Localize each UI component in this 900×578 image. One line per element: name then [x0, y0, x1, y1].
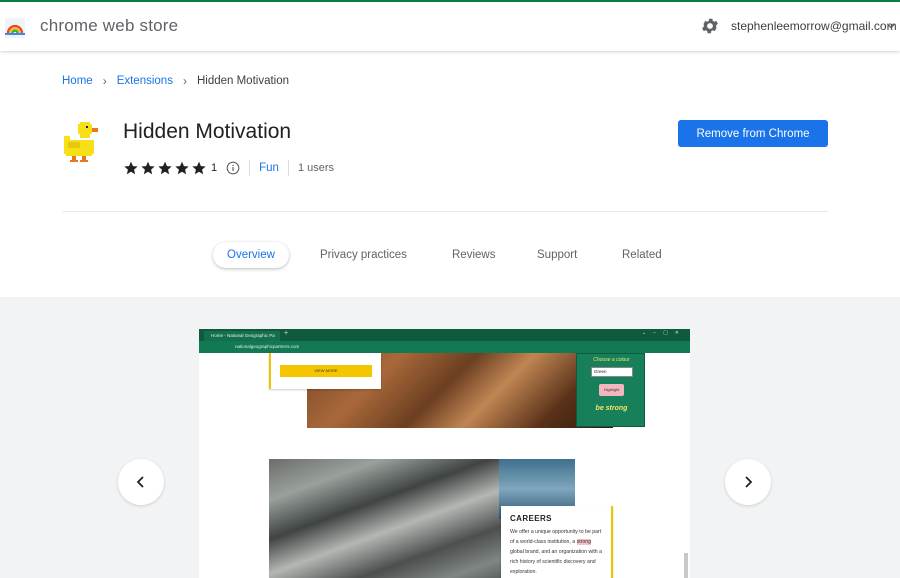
careers-card: CAREERS We offer a unique opportunity to… — [501, 506, 613, 578]
rating-count[interactable]: 1 — [211, 162, 217, 174]
detail-tabs: Overview Privacy practices Reviews Suppo… — [0, 242, 900, 268]
screenshot-scrollbar — [684, 553, 688, 578]
breadcrumb-home[interactable]: Home — [62, 75, 93, 87]
careers-text: We offer a unique opportunity to be part… — [510, 527, 602, 577]
tab-privacy-practices[interactable]: Privacy practices — [320, 242, 407, 268]
popup-highlight-button: Highlight — [599, 384, 624, 396]
breadcrumb-current: Hidden Motivation — [196, 75, 290, 87]
screenshot-gallery: Home - National Geographic Pa + ⌄−▢✕ nat… — [0, 297, 900, 578]
screenshot-page: VIEW MORE Choose a colour Green Highligh… — [199, 353, 690, 578]
breadcrumb-separator: › — [102, 74, 107, 88]
popup-title: Choose a colour — [593, 357, 630, 363]
chevron-down-icon[interactable] — [886, 21, 896, 31]
star-icon — [192, 161, 206, 175]
popup-colour-select: Green — [591, 367, 633, 377]
account-email[interactable]: stephenleemorrow@gmail.com — [731, 19, 897, 33]
screenshot-tab: Home - National Geographic Pa — [204, 331, 280, 341]
popup-motto: be strong — [595, 405, 628, 412]
duck-icon — [64, 122, 98, 162]
tab-reviews[interactable]: Reviews — [452, 242, 495, 268]
screenshot-card: VIEW MORE — [269, 353, 381, 389]
star-icon — [175, 161, 189, 175]
info-icon[interactable] — [226, 161, 240, 175]
meta-divider — [249, 160, 251, 176]
plus-icon: + — [284, 330, 289, 337]
star-icon — [124, 161, 138, 175]
chevron-left-icon — [136, 476, 144, 488]
careers-title: CAREERS — [510, 514, 552, 523]
store-title[interactable]: chrome web store — [40, 16, 178, 36]
window-controls: ⌄−▢✕ — [641, 330, 686, 336]
chevron-right-icon — [745, 476, 753, 488]
meta-divider — [287, 160, 289, 176]
gallery-screenshot: Home - National Geographic Pa + ⌄−▢✕ nat… — [199, 329, 690, 578]
star-icon — [141, 161, 155, 175]
breadcrumb-extensions[interactable]: Extensions — [117, 75, 173, 87]
breadcrumb: Home › Extensions › Hidden Motivation — [62, 74, 289, 88]
extension-name: Hidden Motivation — [123, 120, 292, 143]
screenshot-view-more: VIEW MORE — [280, 365, 372, 377]
careers-text-after: global brand, and an organization with a… — [510, 549, 602, 575]
star-icon — [158, 161, 172, 175]
tab-related[interactable]: Related — [622, 242, 662, 268]
gear-icon[interactable] — [700, 16, 720, 36]
chrome-web-store-logo[interactable] — [5, 18, 25, 38]
extension-meta: 1 Fun 1 users — [123, 160, 334, 176]
category-link[interactable]: Fun — [259, 162, 279, 174]
gallery-next-button[interactable] — [725, 459, 771, 505]
user-count: 1 users — [297, 162, 335, 174]
tab-support[interactable]: Support — [537, 242, 577, 268]
gallery-prev-button[interactable] — [118, 459, 164, 505]
section-divider — [62, 211, 828, 212]
breadcrumb-separator: › — [182, 74, 187, 88]
tab-overview[interactable]: Overview — [213, 242, 289, 268]
screenshot-url: nationalgeographicpartners.com — [235, 344, 300, 349]
store-header: chrome web store stephenleemorrow@gmail.… — [0, 2, 900, 51]
highlighted-word: strong — [576, 539, 592, 545]
extension-popup: Choose a colour Green Highlight be stron… — [576, 353, 645, 427]
rating-stars — [123, 160, 207, 176]
remove-from-chrome-button[interactable]: Remove from Chrome — [678, 120, 828, 147]
